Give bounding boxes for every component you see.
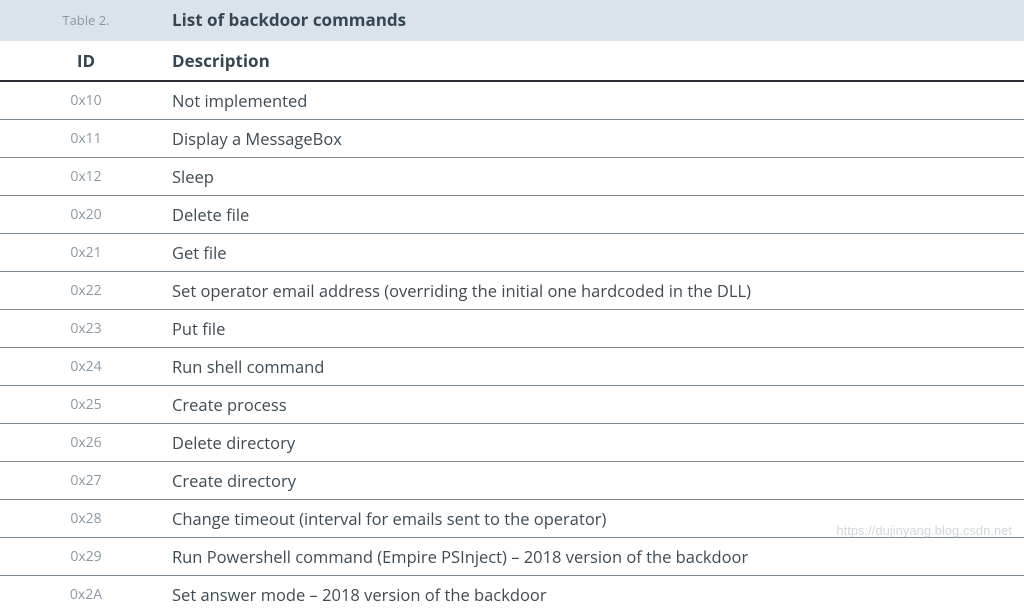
- table-title: List of backdoor commands: [172, 8, 406, 31]
- table-row: 0x23Put file: [0, 310, 1024, 348]
- command-id: 0x22: [0, 272, 172, 310]
- table-row: 0x12Sleep: [0, 158, 1024, 196]
- table-row: 0x29Run Powershell command (Empire PSInj…: [0, 538, 1024, 576]
- command-id: 0x25: [0, 386, 172, 424]
- table-row: 0x25Create process: [0, 386, 1024, 424]
- table-header-row: ID Description: [0, 41, 1024, 81]
- table-row: 0x24Run shell command: [0, 348, 1024, 386]
- command-id: 0x28: [0, 500, 172, 538]
- command-description: Delete file: [172, 196, 1024, 234]
- column-header-id: ID: [0, 41, 172, 81]
- command-description: Set answer mode – 2018 version of the ba…: [172, 576, 1024, 613]
- command-description: Not implemented: [172, 81, 1024, 120]
- command-description: Put file: [172, 310, 1024, 348]
- table-row: 0x21Get file: [0, 234, 1024, 272]
- command-id: 0x20: [0, 196, 172, 234]
- command-description: Run shell command: [172, 348, 1024, 386]
- command-id: 0x21: [0, 234, 172, 272]
- command-id: 0x24: [0, 348, 172, 386]
- command-description: Set operator email address (overriding t…: [172, 272, 1024, 310]
- table-row: 0x27Create directory: [0, 462, 1024, 500]
- command-id: 0x10: [0, 81, 172, 120]
- command-description: Sleep: [172, 158, 1024, 196]
- table-caption-row: Table 2. List of backdoor commands: [0, 0, 1024, 41]
- command-description: Display a MessageBox: [172, 120, 1024, 158]
- command-id: 0x2A: [0, 576, 172, 613]
- table-row: 0x26Delete directory: [0, 424, 1024, 462]
- command-id: 0x26: [0, 424, 172, 462]
- command-description: Create directory: [172, 462, 1024, 500]
- command-id: 0x29: [0, 538, 172, 576]
- backdoor-commands-table: Table 2. List of backdoor commands ID De…: [0, 0, 1024, 613]
- table-row: 0x2ASet answer mode – 2018 version of th…: [0, 576, 1024, 613]
- table-row: 0x11Display a MessageBox: [0, 120, 1024, 158]
- command-id: 0x11: [0, 120, 172, 158]
- command-id: 0x23: [0, 310, 172, 348]
- command-description: Create process: [172, 386, 1024, 424]
- table-number: Table 2.: [0, 11, 172, 29]
- command-description: Run Powershell command (Empire PSInject)…: [172, 538, 1024, 576]
- table-row: 0x20Delete file: [0, 196, 1024, 234]
- table-row: 0x10Not implemented: [0, 81, 1024, 120]
- table-row: 0x28Change timeout (interval for emails …: [0, 500, 1024, 538]
- command-description: Change timeout (interval for emails sent…: [172, 500, 1024, 538]
- command-id: 0x12: [0, 158, 172, 196]
- column-header-description: Description: [172, 41, 1024, 81]
- table-row: 0x22Set operator email address (overridi…: [0, 272, 1024, 310]
- command-id: 0x27: [0, 462, 172, 500]
- command-description: Get file: [172, 234, 1024, 272]
- command-description: Delete directory: [172, 424, 1024, 462]
